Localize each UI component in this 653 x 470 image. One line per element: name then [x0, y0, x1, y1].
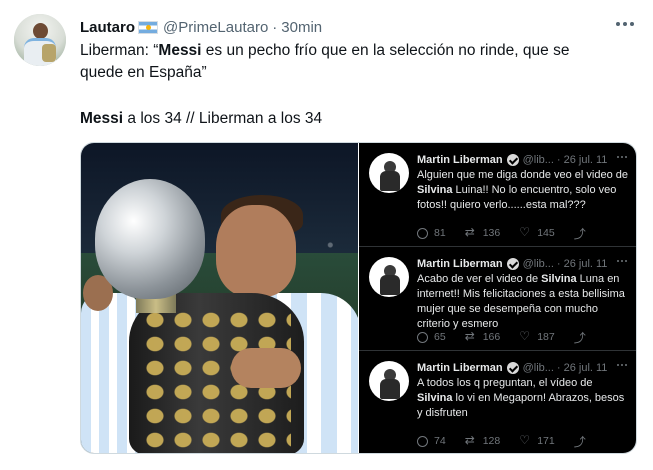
embedded-tweet-text: Acabo de ver el video de Silvina Luna en…: [417, 273, 625, 330]
liberman-tweets-screenshot[interactable]: Martin Liberman @lib... · 26 jul. 11 Alg…: [359, 143, 636, 453]
embedded-date: 26 jul. 11: [563, 153, 608, 166]
more-icon: [617, 364, 627, 366]
embedded-author-name: Martin Liberman: [417, 361, 503, 374]
reply-icon: [417, 435, 428, 447]
author-avatar[interactable]: [14, 14, 66, 66]
embedded-date: 26 jul. 11: [563, 257, 608, 270]
share-icon: [574, 329, 586, 346]
reply-icon: [417, 227, 428, 239]
retweet-icon: [465, 329, 477, 343]
embedded-date: 26 jul. 11: [563, 361, 608, 374]
avatar: [369, 153, 409, 193]
embedded-handle: @lib...: [522, 257, 554, 270]
tweet-text-line2: quede en España”: [80, 64, 207, 81]
retweet-count: 128: [482, 435, 501, 447]
retweet-count: 136: [482, 227, 501, 239]
separator: ·: [556, 361, 561, 374]
retweet-icon: [465, 433, 477, 447]
separator: ·: [556, 153, 561, 166]
avatar: [369, 361, 409, 401]
embedded-tweet-text: A todos los q preguntan, el vídeo de Sil…: [417, 377, 625, 419]
avatar: [369, 257, 409, 297]
author-handle[interactable]: @PrimeLautaro: [163, 19, 268, 36]
embedded-author-name: Martin Liberman: [417, 257, 503, 270]
tweet-text-line1: Liberman: “Messi es un pecho frío que en…: [80, 42, 570, 59]
share-icon: [574, 433, 586, 450]
reply-icon: [417, 331, 428, 343]
embedded-tweet: Martin Liberman @lib... · 26 jul. 11 Aca…: [359, 247, 636, 351]
messi-trophy-photo[interactable]: [81, 143, 358, 453]
share-icon: [574, 225, 586, 242]
embedded-author-name: Martin Liberman: [417, 153, 503, 166]
author-name[interactable]: Lautaro: [80, 19, 135, 36]
reply-count: 81: [434, 227, 446, 239]
reply-count: 65: [434, 331, 446, 343]
more-icon: [617, 260, 627, 262]
verified-icon: [506, 361, 519, 374]
retweet-icon: [465, 225, 477, 239]
like-icon: [519, 225, 531, 239]
like-count: 171: [537, 435, 555, 447]
tweet-time[interactable]: 30min: [281, 19, 322, 36]
separator: ·: [556, 257, 561, 270]
tweet-text-line3: Messi a los 34 // Liberman a los 34: [80, 110, 323, 127]
more-icon: [617, 156, 627, 158]
separator: ·: [272, 18, 278, 36]
retweet-count: 166: [482, 331, 501, 343]
embedded-handle: @lib...: [522, 153, 554, 166]
embedded-tweet: Martin Liberman @lib... · 26 jul. 11 Alg…: [359, 143, 636, 247]
more-icon[interactable]: [612, 14, 638, 34]
like-count: 145: [537, 227, 555, 239]
argentina-flag-icon: [138, 20, 159, 34]
like-icon: [519, 329, 531, 343]
verified-icon: [506, 153, 519, 166]
verified-icon: [506, 257, 519, 270]
embedded-tweet: Martin Liberman @lib... · 26 jul. 11 A t…: [359, 351, 636, 453]
like-icon: [519, 433, 531, 447]
tweet-header: Lautaro @PrimeLautaro · 30min: [80, 17, 322, 37]
reply-count: 74: [434, 435, 446, 447]
tweet-card[interactable]: Lautaro @PrimeLautaro · 30min Liberman: …: [0, 0, 653, 470]
embedded-tweet-text: Alguien que me diga donde veo el video d…: [417, 169, 628, 211]
tweet-media[interactable]: Martin Liberman @lib... · 26 jul. 11 Alg…: [80, 142, 637, 454]
embedded-handle: @lib...: [522, 361, 554, 374]
like-count: 187: [537, 331, 555, 343]
